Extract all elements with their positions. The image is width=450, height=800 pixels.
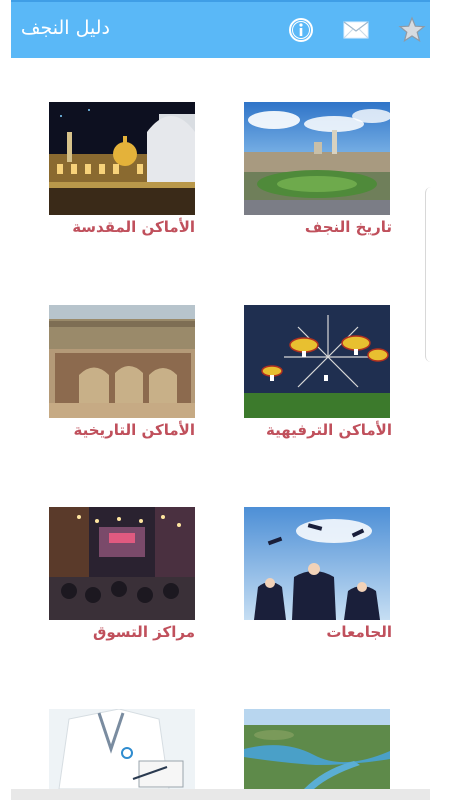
category-label: الجامعات — [326, 623, 392, 641]
shrine-night-image — [49, 102, 195, 215]
bottom-bar — [11, 789, 430, 800]
city-panorama-image — [244, 102, 390, 215]
category-grid: تاريخ النجف الأماكن المقدسة الأماكن التر… — [0, 0, 450, 800]
category-label: الأماكن الترفيهية — [266, 421, 392, 439]
category-label: تاريخ النجف — [304, 218, 392, 236]
river-aerial-image — [244, 709, 390, 789]
scroll-indicator[interactable] — [425, 187, 434, 362]
ruins-image — [49, 305, 195, 418]
doctor-image — [49, 709, 195, 789]
market-image — [49, 507, 195, 620]
ferris-wheel-image — [244, 305, 390, 418]
category-label: الأماكن التاريخية — [73, 421, 195, 439]
category-label: مراكز التسوق — [92, 623, 195, 641]
category-label: الأماكن المقدسة — [72, 218, 195, 236]
graduation-image — [244, 507, 390, 620]
